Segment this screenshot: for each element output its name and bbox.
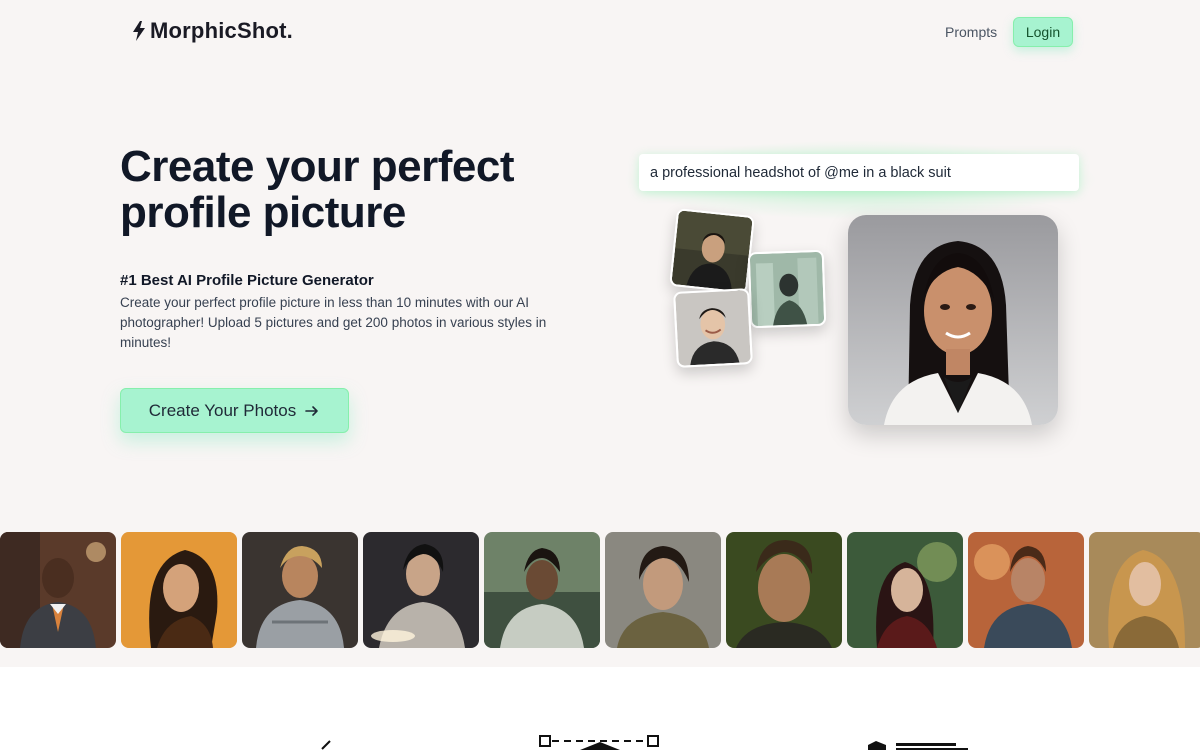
source-photo-1 (669, 208, 755, 294)
login-button[interactable]: Login (1013, 17, 1073, 47)
top-nav: MorphicShot. Prompts Login (0, 0, 1200, 64)
gallery-photo-6 (605, 532, 721, 648)
gallery-photo-8 (847, 532, 963, 648)
gallery-photo-9 (968, 532, 1084, 648)
logo-text: MorphicShot. (150, 18, 293, 43)
gallery-photo-4 (363, 532, 479, 648)
gallery-photo-10 (1089, 532, 1200, 648)
features-section (0, 667, 1200, 750)
gallery-photo-7 (726, 532, 842, 648)
hero-subtitle: #1 Best AI Profile Picture Generator (120, 272, 374, 289)
nav-link-prompts[interactable]: Prompts (945, 24, 997, 40)
logo[interactable]: MorphicShot. (132, 18, 293, 44)
generated-headshot (848, 215, 1058, 425)
arrow-right-icon (305, 405, 319, 416)
gallery-photo-3 (242, 532, 358, 648)
style-gallery (0, 532, 1200, 649)
source-photo-3 (673, 288, 753, 368)
crop-frame-icon (539, 735, 659, 750)
bolt-icon (133, 21, 145, 41)
gallery-photo-5 (484, 532, 600, 648)
document-icon (868, 741, 968, 750)
prompt-example: a professional headshot of @me in a blac… (639, 154, 1079, 191)
hero-title: Create your perfect profile picture (120, 142, 514, 237)
source-photo-2 (747, 249, 827, 329)
create-photos-button[interactable]: Create Your Photos (120, 388, 349, 433)
pen-icon (321, 740, 331, 750)
gallery-photo-2 (121, 532, 237, 648)
hero-description: Create your perfect profile picture in l… (120, 295, 547, 350)
gallery-photo-1 (0, 532, 116, 648)
create-photos-label: Create Your Photos (148, 400, 297, 420)
